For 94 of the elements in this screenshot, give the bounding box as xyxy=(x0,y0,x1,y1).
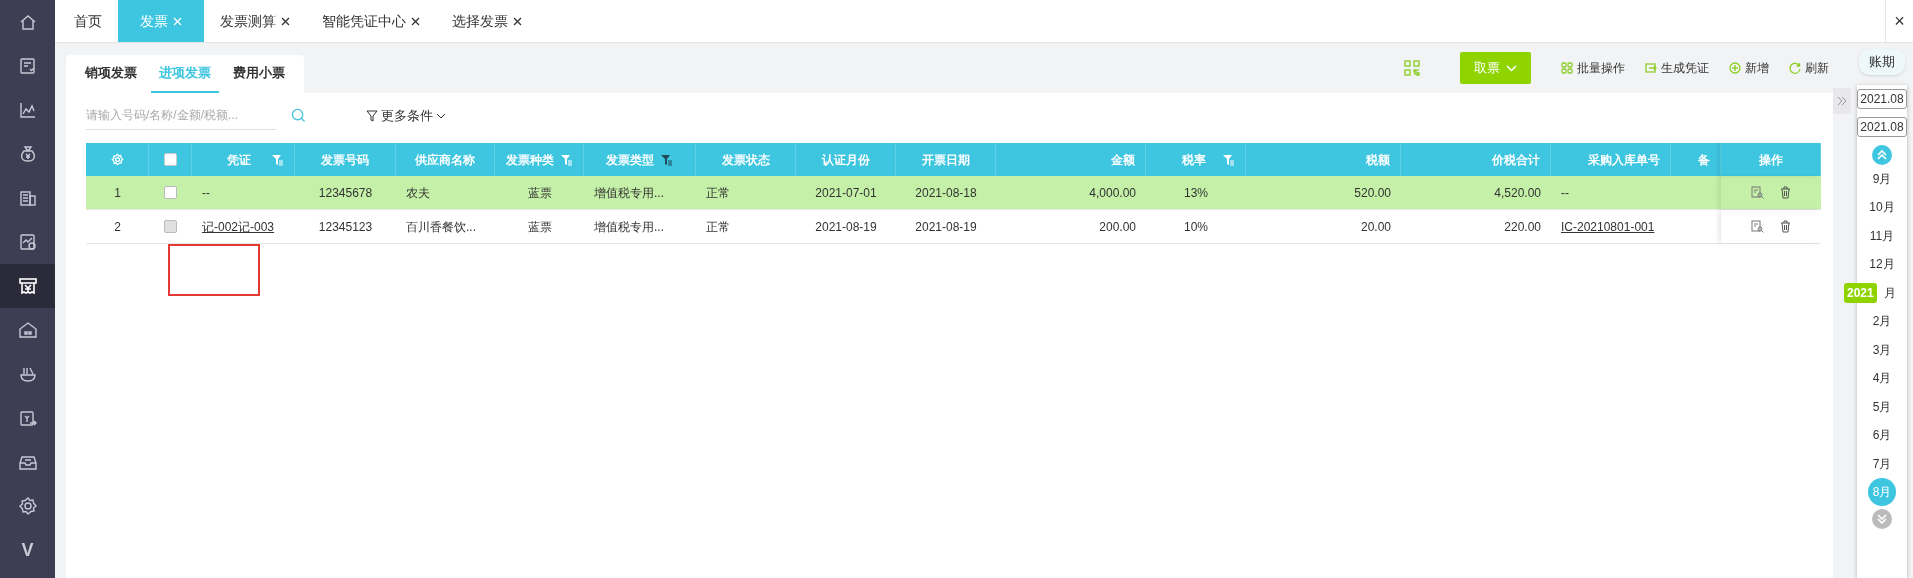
table-cell-text: -- xyxy=(1561,184,1569,202)
table-cell-text: 12345123 xyxy=(318,218,373,236)
table-cell-text: 蓝票 xyxy=(527,218,552,236)
table-cell-text: 200.00 xyxy=(1099,218,1136,236)
close-icon[interactable]: × xyxy=(1894,7,1905,35)
report-icon[interactable] xyxy=(17,232,38,252)
checkbox[interactable] xyxy=(164,186,177,199)
view-icon[interactable] xyxy=(1751,186,1764,199)
building-icon[interactable] xyxy=(17,188,38,208)
tab[interactable]: 选择发票 xyxy=(436,0,538,42)
month-item[interactable]: 3月 xyxy=(1872,340,1892,359)
more-filters-button[interactable]: 更多条件 xyxy=(366,105,446,126)
table-cell-text: 520.00 xyxy=(1354,184,1391,202)
column-header: 发票类型 xyxy=(606,151,654,169)
invoice-icon[interactable] xyxy=(17,56,38,76)
column-header: 发票号码 xyxy=(321,151,369,169)
table-cell-text: 4,000.00 xyxy=(1089,184,1136,202)
month-item[interactable]: 7月 xyxy=(1872,454,1892,473)
column-header: 税额 xyxy=(1366,151,1390,169)
column-header: 开票日期 xyxy=(921,151,970,169)
toolbar-button[interactable]: 新增 xyxy=(1729,59,1769,77)
table-cell-text: 增值税专用... xyxy=(594,184,664,202)
month-item[interactable]: 12月 xyxy=(1869,255,1895,274)
tab[interactable]: 智能凭证中心 xyxy=(306,0,436,42)
table-cell-text: 正常 xyxy=(706,218,730,236)
sidebar-logo[interactable]: V xyxy=(21,536,34,564)
toolbar-button[interactable]: 刷新 xyxy=(1789,59,1829,77)
chart-icon[interactable] xyxy=(17,100,38,120)
toolbar-button[interactable]: 生成凭证 xyxy=(1645,59,1709,77)
table-cell-text: 蓝票 xyxy=(527,184,552,202)
date-field[interactable]: 2021.08 xyxy=(1857,88,1907,109)
month-item[interactable]: 4月 xyxy=(1872,369,1892,388)
toolbar-button[interactable]: 批量操作 xyxy=(1561,59,1625,77)
column-header: 凭证 xyxy=(227,151,251,169)
document-arrow-icon xyxy=(1645,62,1657,74)
column-header: 发票种类 xyxy=(505,151,554,169)
subtab[interactable]: 销项发票 xyxy=(77,55,145,93)
close-icon[interactable] xyxy=(411,16,420,26)
grid-icon xyxy=(1561,62,1573,74)
column-header: 供应商名称 xyxy=(415,151,475,169)
month-item[interactable]: 5月 xyxy=(1872,397,1892,416)
refresh-icon xyxy=(1789,62,1801,74)
table-cell-text: 2021-08-19 xyxy=(815,218,877,236)
caret-icon xyxy=(436,112,446,119)
month-item[interactable]: 月 xyxy=(1884,283,1896,302)
column-header: 备 xyxy=(1698,151,1710,169)
month-item[interactable]: 10月 xyxy=(1869,198,1895,217)
table-cell-text: 1 xyxy=(114,184,121,202)
settings-icon[interactable] xyxy=(17,496,38,516)
year-badge: 2021 xyxy=(1844,282,1877,303)
receipt-icon[interactable] xyxy=(17,276,38,296)
table-cell-text: 12345678 xyxy=(318,184,373,202)
table-cell-text: 2021-08-18 xyxy=(915,184,977,202)
table-cell-text: 2021-08-19 xyxy=(915,218,977,236)
table-cell-text: -- xyxy=(202,184,210,202)
checkbox[interactable] xyxy=(163,153,177,166)
month-item[interactable]: 2月 xyxy=(1872,312,1892,331)
subtab[interactable]: 费用小票 xyxy=(225,55,293,93)
transfer-icon[interactable] xyxy=(17,408,38,428)
table-cell-text: 20.00 xyxy=(1360,218,1391,236)
period-label: 账期 xyxy=(1859,49,1905,75)
tab[interactable]: 发票测算 xyxy=(204,0,306,42)
table-cell-text: 13% xyxy=(1184,184,1208,202)
month-item[interactable]: 11月 xyxy=(1869,226,1895,245)
column-header: 操作 xyxy=(1758,151,1783,169)
date-field[interactable]: 2021.08 xyxy=(1857,116,1907,137)
close-icon[interactable] xyxy=(513,16,522,26)
table-cell-text: 2021-07-01 xyxy=(815,184,877,202)
double-chevron-icon xyxy=(1837,96,1847,106)
house-icon[interactable] xyxy=(17,320,38,340)
table-cell-text: 农夫 xyxy=(406,184,430,202)
table-cell-text: 220.00 xyxy=(1504,218,1541,236)
column-header: 发票状态 xyxy=(721,151,770,169)
column-header: 认证月份 xyxy=(821,151,870,169)
table-cell-text: 增值税专用... xyxy=(594,218,664,236)
close-icon[interactable] xyxy=(281,16,290,26)
table-cell-text: 4,520.00 xyxy=(1494,184,1541,202)
column-header: 税率 xyxy=(1182,151,1206,169)
table-cell-text: 10% xyxy=(1184,218,1208,236)
plus-circle-icon xyxy=(1729,62,1741,74)
month-item[interactable]: 9月 xyxy=(1872,169,1892,188)
column-header: 金额 xyxy=(1111,151,1135,169)
search-field[interactable]: 请输入号码/名称/金额/税额... xyxy=(86,101,276,130)
column-header: 价税合计 xyxy=(1492,151,1540,169)
table-cell-text: 正常 xyxy=(706,184,730,202)
month-item[interactable]: 6月 xyxy=(1872,426,1892,445)
filter-icon xyxy=(366,109,378,122)
table-cell-text: 百川香餐饮... xyxy=(406,218,476,236)
trash-icon[interactable] xyxy=(1780,186,1791,199)
caret-icon xyxy=(1506,64,1517,72)
column-header: 采购入库单号 xyxy=(1588,151,1660,169)
tab[interactable]: 首页 xyxy=(58,0,118,42)
table-cell-text: 2 xyxy=(114,218,121,236)
filter-icon[interactable] xyxy=(660,153,673,166)
